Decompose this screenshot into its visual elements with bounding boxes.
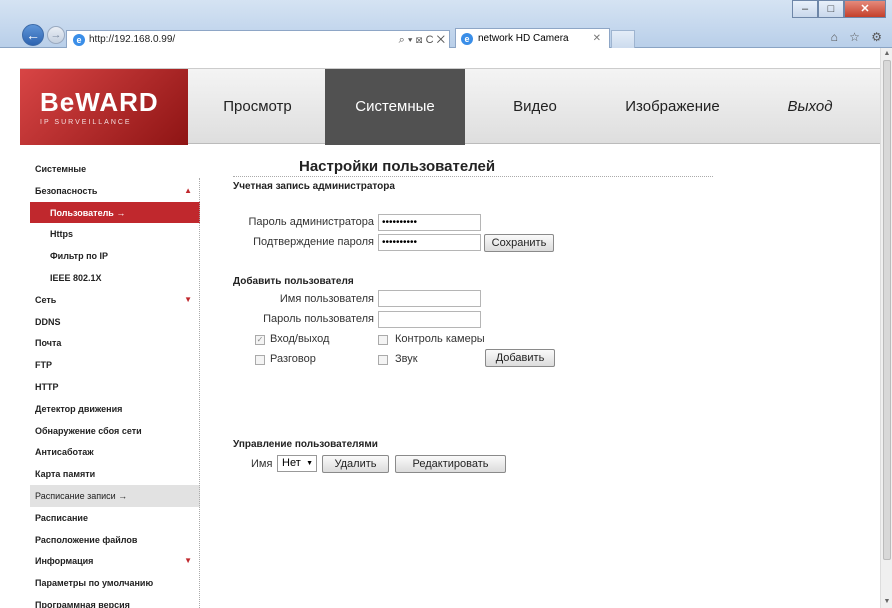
delete-button[interactable]: Удалить bbox=[322, 455, 389, 473]
maximize-button[interactable]: □ bbox=[818, 0, 844, 18]
camera-control-label: Контроль камеры bbox=[395, 333, 485, 345]
forward-button[interactable]: → bbox=[47, 26, 65, 44]
window-controls: – □ ✕ bbox=[792, 0, 886, 18]
new-tab-button[interactable] bbox=[611, 30, 635, 50]
browser-tab[interactable]: e network HD Camera ✕ bbox=[455, 28, 610, 50]
confirm-password-label: Подтверждение пароля bbox=[253, 236, 374, 248]
sidebar-item-user[interactable]: Пользователь → bbox=[30, 201, 200, 224]
sidebar-item-motion[interactable]: Детектор движения bbox=[30, 398, 200, 420]
sidebar-item-defaults[interactable]: Параметры по умолчанию bbox=[30, 572, 200, 594]
sidebar-item-https[interactable]: Https bbox=[30, 223, 200, 245]
talk-label: Разговор bbox=[270, 353, 316, 365]
tab-title: network HD Camera bbox=[478, 33, 569, 44]
sound-checkbox[interactable] bbox=[378, 355, 388, 365]
sidebar-item-mail[interactable]: Почта bbox=[30, 332, 200, 354]
sidebar-item-ddns[interactable]: DDNS bbox=[30, 311, 200, 333]
user-password-label: Пароль пользователя bbox=[263, 313, 374, 325]
ie-icon: e bbox=[73, 34, 85, 46]
menu-video[interactable]: Видео bbox=[465, 69, 605, 145]
url-text: http://192.168.0.99/ bbox=[89, 34, 176, 45]
address-controls[interactable]: ⌕ ▾ ⊠ C ✕ bbox=[399, 31, 445, 49]
scroll-down-icon[interactable]: ▼ bbox=[881, 596, 892, 608]
save-button[interactable]: Сохранить bbox=[484, 234, 554, 252]
sidebar-item-system[interactable]: Системные bbox=[30, 158, 200, 180]
title-divider bbox=[233, 176, 713, 177]
sidebar-item-schedule[interactable]: Расписание bbox=[30, 507, 200, 529]
logo-subtitle: IP SURVEILLANCE bbox=[40, 119, 132, 126]
sidebar-item-tamper[interactable]: Антисаботаж bbox=[30, 441, 200, 463]
sidebar-item-firmware[interactable]: Программная версия bbox=[30, 594, 200, 608]
sidebar-item-label: Информация bbox=[35, 556, 94, 567]
sidebar-item-ftp[interactable]: FTP bbox=[30, 354, 200, 376]
chevron-down-icon: ▼ bbox=[306, 460, 313, 467]
sidebar-item-ip-filter[interactable]: Фильтр по IP bbox=[30, 245, 200, 267]
page-title: Настройки пользователей bbox=[299, 158, 496, 175]
sidebar: Системные Безопасность ▲ Пользователь → … bbox=[30, 158, 200, 608]
sidebar-item-label: Сеть bbox=[35, 294, 57, 305]
tab-ie-icon: e bbox=[461, 33, 473, 45]
browser-chrome: – □ ✕ ← → e http://192.168.0.99/ ⌕ ▾ ⊠ C… bbox=[0, 0, 892, 50]
sidebar-item-record-schedule[interactable]: Расписание записи → bbox=[30, 484, 200, 507]
user-select[interactable]: Нет ▼ bbox=[277, 455, 317, 472]
collapse-arrow-icon: ▲ bbox=[184, 185, 192, 195]
minimize-button[interactable]: – bbox=[792, 0, 818, 18]
name-label: Имя bbox=[251, 458, 273, 470]
login-checkbox[interactable]: ✓ bbox=[255, 335, 265, 345]
admin-password-label: Пароль администратора bbox=[248, 216, 375, 228]
expand-arrow-icon: ▼ bbox=[184, 294, 192, 304]
user-select-value: Нет bbox=[282, 457, 301, 469]
username-field[interactable] bbox=[378, 290, 481, 307]
expand-arrow-icon: ▼ bbox=[184, 556, 192, 566]
logo-text: BeWARD bbox=[40, 87, 159, 117]
address-bar[interactable]: e http://192.168.0.99/ ⌕ ▾ ⊠ C ✕ bbox=[66, 30, 450, 50]
sidebar-item-info[interactable]: Информация ▼ bbox=[30, 550, 200, 572]
add-user-heading: Добавить пользователя bbox=[233, 276, 354, 287]
toolbar-icons[interactable]: ⌂ ☆ ⚙ bbox=[831, 30, 886, 44]
camera-control-checkbox[interactable] bbox=[378, 335, 388, 345]
sidebar-item-security[interactable]: Безопасность ▲ bbox=[30, 180, 200, 202]
add-user-button[interactable]: Добавить bbox=[485, 349, 555, 367]
menu-system[interactable]: Системные bbox=[325, 69, 465, 145]
sidebar-item-ieee[interactable]: IEEE 802.1X bbox=[30, 267, 200, 289]
menu-view[interactable]: Просмотр bbox=[190, 69, 325, 145]
sidebar-item-file-location[interactable]: Расположение файлов bbox=[30, 529, 200, 551]
web-page: BeWARD IP SURVEILLANCE Просмотр Системны… bbox=[0, 48, 880, 608]
sound-label: Звук bbox=[395, 353, 418, 365]
sidebar-item-network-failure[interactable]: Обнаружение сбоя сети bbox=[30, 420, 200, 442]
admin-password-field[interactable]: •••••••••• bbox=[378, 214, 481, 231]
talk-checkbox[interactable] bbox=[255, 355, 265, 365]
top-navigation: BeWARD IP SURVEILLANCE Просмотр Системны… bbox=[20, 68, 880, 145]
manage-heading: Управление пользователями bbox=[233, 439, 378, 450]
edit-button[interactable]: Редактировать bbox=[395, 455, 506, 473]
close-window-button[interactable]: ✕ bbox=[844, 0, 886, 18]
menu-image[interactable]: Изображение bbox=[605, 69, 740, 145]
admin-heading: Учетная запись администратора bbox=[233, 181, 395, 192]
sidebar-item-label: Безопасность bbox=[35, 185, 98, 196]
back-button[interactable]: ← bbox=[22, 24, 44, 46]
confirm-password-field[interactable]: •••••••••• bbox=[378, 234, 481, 251]
username-label: Имя пользователя bbox=[279, 293, 374, 305]
scroll-thumb[interactable] bbox=[883, 60, 891, 560]
user-password-field[interactable] bbox=[378, 311, 481, 328]
menu-exit[interactable]: Выход bbox=[740, 69, 880, 145]
page-scrollbar[interactable]: ▲ ▼ bbox=[880, 48, 892, 608]
login-label: Вход/выход bbox=[270, 333, 330, 345]
beward-logo: BeWARD IP SURVEILLANCE bbox=[20, 69, 188, 145]
scroll-up-icon[interactable]: ▲ bbox=[881, 48, 892, 60]
tab-close-icon[interactable]: ✕ bbox=[593, 29, 601, 49]
sidebar-item-network[interactable]: Сеть ▼ bbox=[30, 289, 200, 311]
sidebar-item-http[interactable]: HTTP bbox=[30, 376, 200, 398]
sidebar-item-memory-card[interactable]: Карта памяти bbox=[30, 463, 200, 485]
sidebar-divider bbox=[199, 178, 200, 608]
